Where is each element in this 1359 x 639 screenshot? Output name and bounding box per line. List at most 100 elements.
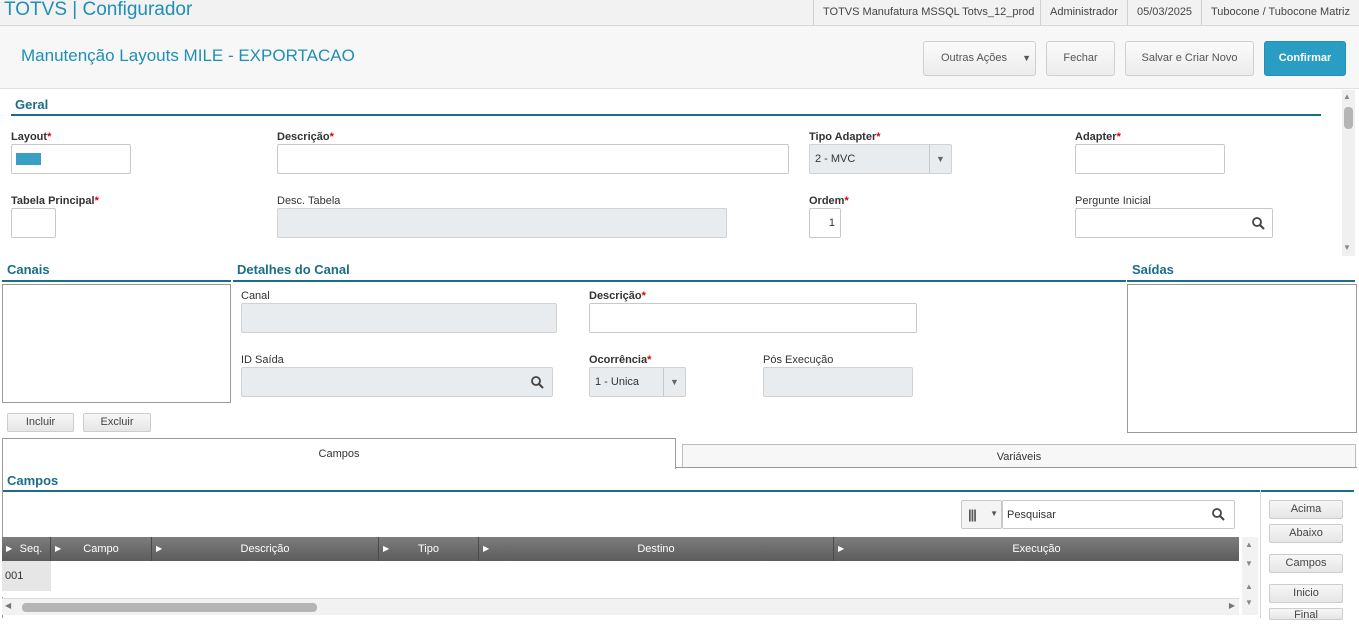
- campos-section-title: Campos: [7, 473, 59, 488]
- campos-grid-header: ▶ Seq. ▶ Campo ▶ Descrição ▶ Tipo ▶ Destino ▶…: [2, 537, 1239, 561]
- columns-toggle-button[interactable]: ||| ▼: [961, 500, 1002, 529]
- tipo-adapter-value: 2 - MVC: [815, 153, 856, 165]
- columns-icon: |||: [968, 507, 977, 522]
- sort-arrow-icon: ▶: [383, 544, 390, 553]
- ordem-input[interactable]: 1: [809, 208, 841, 238]
- adapter-label: Adapter*: [1075, 131, 1121, 143]
- incluir-button[interactable]: Incluir: [7, 413, 74, 432]
- confirm-button[interactable]: Confirmar: [1264, 41, 1346, 76]
- side-panel-divider: [1260, 490, 1261, 618]
- ocorrencia-label: Ocorrência*: [589, 354, 652, 366]
- scroll-up-icon[interactable]: ▲: [1245, 540, 1253, 549]
- chevron-down-icon: ▼: [1022, 53, 1031, 63]
- grid-horizontal-scrollbar[interactable]: ◀ ▶: [2, 598, 1239, 615]
- sort-arrow-icon: ▶: [55, 544, 62, 553]
- tab-baseline: [676, 467, 1357, 468]
- column-header-seq[interactable]: ▶ Seq.: [2, 537, 51, 561]
- pergunte-inicial-input[interactable]: [1075, 208, 1273, 238]
- column-header-descricao[interactable]: ▶ Descrição: [152, 537, 379, 561]
- scroll-thumb[interactable]: [22, 603, 317, 612]
- adapter-input[interactable]: [1075, 144, 1225, 174]
- column-header-tipo[interactable]: ▶ Tipo: [379, 537, 479, 561]
- column-header-execucao[interactable]: ▶ Execução: [834, 537, 1239, 561]
- canais-section-title: Canais: [7, 262, 50, 277]
- descricao-canal-input[interactable]: [589, 303, 917, 333]
- pesquisar-placeholder: Pesquisar: [1007, 509, 1056, 521]
- scroll-down-icon[interactable]: ▼: [1245, 598, 1253, 607]
- search-icon[interactable]: [1212, 508, 1225, 521]
- scroll-right-icon[interactable]: ▶: [1229, 601, 1235, 610]
- geral-section-title: Geral: [15, 97, 49, 112]
- column-header-campo[interactable]: ▶ Campo: [51, 537, 152, 561]
- scroll-left-icon[interactable]: ◀: [5, 601, 11, 610]
- chevron-down-icon[interactable]: ▼: [663, 368, 685, 396]
- grid-vertical-scrollbar[interactable]: ▲ ▼ ▲ ▼: [1242, 537, 1258, 615]
- environment-info: TOTVS Manufatura MSSQL Totvs_12_prod: [813, 0, 1043, 25]
- descricao-label: Descrição*: [277, 131, 334, 143]
- descricao-canal-label: Descrição*: [589, 290, 646, 302]
- search-icon[interactable]: [531, 376, 544, 389]
- campos-grid-body[interactable]: 001: [2, 561, 1239, 597]
- sort-arrow-icon: ▶: [838, 544, 845, 553]
- pergunte-inicial-label: Pergunte Inicial: [1075, 195, 1151, 207]
- tab-variaveis[interactable]: Variáveis: [682, 444, 1356, 468]
- company-info[interactable]: Tubocone / Tubocone Matriz: [1201, 0, 1359, 25]
- sort-arrow-icon: ▶: [6, 544, 13, 553]
- tabela-principal-input[interactable]: [11, 208, 56, 238]
- campos-divider: [3, 490, 1354, 492]
- chevron-down-icon[interactable]: ▼: [929, 145, 951, 173]
- sort-arrow-icon: ▶: [156, 544, 163, 553]
- sort-arrow-icon: ▶: [483, 544, 490, 553]
- scroll-down-icon[interactable]: ▼: [1343, 243, 1351, 252]
- table-row[interactable]: 001: [2, 561, 1239, 591]
- layout-value-highlight: [16, 153, 41, 165]
- layout-input[interactable]: [11, 144, 131, 174]
- other-actions-button[interactable]: Outras Ações ▼: [923, 41, 1036, 76]
- tipo-adapter-label: Tipo Adapter*: [809, 131, 881, 143]
- scroll-thumb[interactable]: [1344, 107, 1353, 129]
- saidas-divider: [1127, 280, 1355, 282]
- date-info: 05/03/2025: [1127, 0, 1201, 25]
- desc-tabela-label: Desc. Tabela: [277, 195, 341, 207]
- ocorrencia-select[interactable]: 1 - Unica ▼: [589, 367, 686, 397]
- excluir-button[interactable]: Excluir: [83, 413, 151, 432]
- desc-tabela-input: [277, 208, 727, 238]
- final-button[interactable]: Final: [1269, 608, 1343, 620]
- seq-cell[interactable]: 001: [2, 561, 51, 591]
- pos-execucao-input: [763, 367, 913, 397]
- campos-button[interactable]: Campos: [1269, 554, 1343, 573]
- geral-scrollbar[interactable]: ▲ ▼: [1342, 90, 1355, 256]
- other-actions-label: Outras Ações: [941, 52, 1008, 64]
- column-header-destino[interactable]: ▶ Destino: [479, 537, 834, 561]
- user-info[interactable]: Administrador: [1040, 0, 1127, 25]
- id-saida-input[interactable]: [241, 367, 553, 397]
- saidas-list[interactable]: [1127, 284, 1357, 433]
- tabela-principal-label: Tabela Principal*: [11, 195, 99, 207]
- ocorrencia-value: 1 - Unica: [595, 376, 640, 388]
- scroll-up-icon[interactable]: ▲: [1343, 92, 1351, 101]
- canais-divider: [2, 280, 231, 282]
- acima-button[interactable]: Acima: [1269, 500, 1343, 519]
- layout-label: Layout*: [11, 131, 52, 143]
- canal-label: Canal: [241, 290, 270, 302]
- abaixo-button[interactable]: Abaixo: [1269, 524, 1343, 543]
- close-button[interactable]: Fechar: [1046, 41, 1115, 76]
- tab-campos[interactable]: Campos: [2, 438, 676, 469]
- saidas-section-title: Saídas: [1132, 262, 1174, 277]
- id-saida-label: ID Saída: [241, 354, 284, 366]
- save-and-new-button[interactable]: Salvar e Criar Novo: [1125, 41, 1254, 76]
- scroll-up-icon[interactable]: ▲: [1245, 582, 1253, 591]
- ordem-label: Ordem*: [809, 195, 849, 207]
- tipo-adapter-select[interactable]: 2 - MVC ▼: [809, 144, 952, 174]
- canal-input: [241, 303, 557, 333]
- page-title: Manutenção Layouts MILE - EXPORTACAO: [21, 46, 355, 65]
- scroll-down-icon[interactable]: ▼: [1245, 559, 1253, 568]
- chevron-down-icon: ▼: [990, 509, 998, 518]
- inicio-button[interactable]: Inicio: [1269, 584, 1343, 603]
- geral-divider: [11, 114, 1321, 116]
- canais-list[interactable]: [2, 284, 231, 403]
- app-title: TOTVS | Configurador: [4, 0, 193, 20]
- search-icon[interactable]: [1252, 217, 1265, 230]
- descricao-input[interactable]: [277, 144, 789, 174]
- pesquisar-input[interactable]: Pesquisar: [1002, 500, 1235, 529]
